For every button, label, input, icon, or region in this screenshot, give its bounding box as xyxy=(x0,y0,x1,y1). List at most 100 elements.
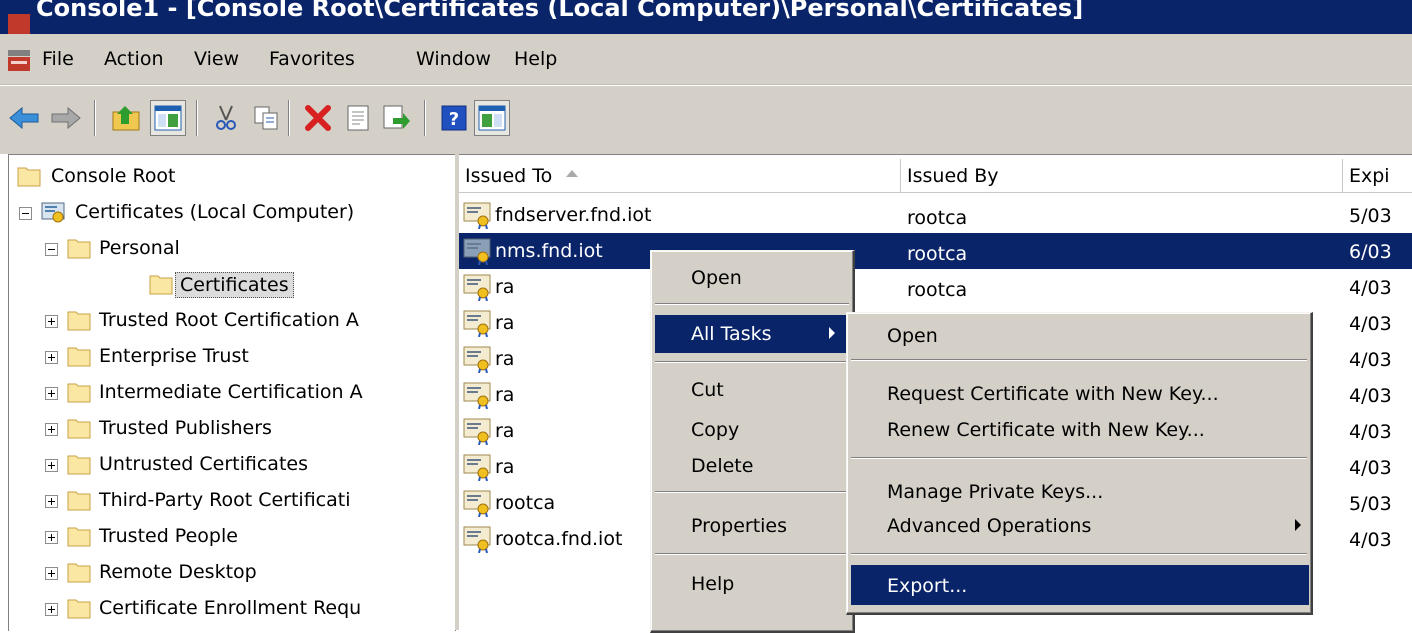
collapse-toggle[interactable] xyxy=(45,243,58,256)
cell-expiration: 4/03 xyxy=(1349,421,1392,443)
column-header-issued-by[interactable]: Issued By xyxy=(901,159,1343,193)
tree-label: Trusted People xyxy=(99,525,238,547)
tree-node-personal[interactable]: Personal xyxy=(9,231,455,267)
up-folder-icon[interactable] xyxy=(108,100,144,136)
menu-help[interactable]: Help xyxy=(514,48,557,70)
menu-item-copy[interactable]: Copy xyxy=(655,411,849,447)
submenu-arrow-icon xyxy=(829,327,835,339)
tree-label-selected: Certificates xyxy=(175,272,294,298)
cell-issued-to: ra xyxy=(495,276,515,298)
folder-icon xyxy=(67,347,91,367)
tree-label: Trusted Root Certification A xyxy=(99,309,359,331)
expand-toggle[interactable] xyxy=(45,531,58,544)
copy-icon[interactable] xyxy=(248,100,284,136)
export-list-icon[interactable] xyxy=(378,100,414,136)
delete-icon[interactable] xyxy=(300,100,336,136)
forward-arrow-icon[interactable] xyxy=(48,100,84,136)
properties-icon[interactable] xyxy=(340,100,376,136)
menu-separator xyxy=(655,361,849,363)
submenu-item-manage-private-keys[interactable]: Manage Private Keys... xyxy=(851,473,1307,509)
menu-item-properties[interactable]: Properties xyxy=(655,507,849,543)
folder-icon xyxy=(17,167,41,187)
tree-node-store[interactable]: Trusted Root Certification A xyxy=(9,303,455,339)
menu-window[interactable]: Window xyxy=(416,48,491,70)
tree-node-store[interactable]: Enterprise Trust xyxy=(9,339,455,375)
certificate-row-selected[interactable]: nms.fnd.iot rootca 6/03 xyxy=(459,233,1412,269)
mmc-app-icon xyxy=(8,14,30,34)
expand-toggle[interactable] xyxy=(45,567,58,580)
cell-expiration: 5/03 xyxy=(1349,493,1392,515)
folder-icon xyxy=(149,275,173,295)
menu-separator xyxy=(655,553,849,555)
tree-node-certificates-local-computer[interactable]: Certificates (Local Computer) xyxy=(9,195,455,231)
tree-node-store[interactable]: Intermediate Certification A xyxy=(9,375,455,411)
toolbar-separator xyxy=(196,100,198,136)
cell-issued-to: rootca.fnd.iot xyxy=(495,528,623,550)
folder-icon xyxy=(67,239,91,259)
help-icon[interactable]: ? xyxy=(436,100,472,136)
tree-label: Personal xyxy=(99,237,180,259)
certificate-row[interactable]: ra rootca 4/03 xyxy=(459,269,1412,305)
folder-icon xyxy=(67,491,91,511)
menu-separator xyxy=(851,457,1307,459)
cell-expiration: 4/03 xyxy=(1349,529,1392,551)
expand-toggle[interactable] xyxy=(45,387,58,400)
cell-issued-by: rootca xyxy=(907,243,968,265)
menu-favorites[interactable]: Favorites xyxy=(269,48,355,70)
menu-separator xyxy=(655,491,849,493)
toolbar: ? xyxy=(0,85,1412,151)
menu-item-help[interactable]: Help xyxy=(655,565,849,601)
menu-file[interactable]: File xyxy=(42,48,74,70)
submenu-item-renew-new-key[interactable]: Renew Certificate with New Key... xyxy=(851,411,1307,447)
cell-expiration: 4/03 xyxy=(1349,385,1392,407)
cut-icon[interactable] xyxy=(208,100,244,136)
context-menu: Open All Tasks Cut Copy Delete Propertie… xyxy=(650,250,855,633)
tree-node-store[interactable]: Remote Desktop xyxy=(9,555,455,591)
tree-label: Console Root xyxy=(51,165,176,187)
tree-label: Untrusted Certificates xyxy=(99,453,308,475)
tree-label: Remote Desktop xyxy=(99,561,257,583)
expand-toggle[interactable] xyxy=(45,495,58,508)
tree-node-store[interactable]: Certificate Enrollment Requ xyxy=(9,591,455,627)
menu-view[interactable]: View xyxy=(194,48,239,70)
sort-ascending-icon xyxy=(566,170,579,177)
expand-toggle[interactable] xyxy=(45,459,58,472)
submenu-item-advanced-operations[interactable]: Advanced Operations xyxy=(851,507,1307,543)
menu-item-all-tasks[interactable]: All Tasks xyxy=(655,315,849,353)
column-header-issued-to[interactable]: Issued To xyxy=(459,159,901,193)
menu-action[interactable]: Action xyxy=(104,48,164,70)
menu-item-delete[interactable]: Delete xyxy=(655,447,849,483)
submenu-item-open[interactable]: Open xyxy=(851,317,1307,353)
expand-toggle[interactable] xyxy=(45,603,58,616)
cell-expiration: 5/03 xyxy=(1349,205,1392,227)
tree-node-store[interactable]: Third-Party Root Certificati xyxy=(9,483,455,519)
expand-toggle[interactable] xyxy=(45,315,58,328)
tree-node-store[interactable]: Untrusted Certificates xyxy=(9,447,455,483)
expand-toggle[interactable] xyxy=(45,351,58,364)
collapse-toggle[interactable] xyxy=(19,207,32,220)
back-arrow-icon[interactable] xyxy=(6,100,42,136)
mmc-console-icon[interactable] xyxy=(8,50,34,72)
tree-node-personal-certificates[interactable]: Certificates xyxy=(9,267,455,303)
column-header-expiration[interactable]: Expi xyxy=(1343,159,1412,193)
cell-issued-to: ra xyxy=(495,384,515,406)
cell-issued-to: fndserver.fnd.iot xyxy=(495,204,652,226)
tree-node-console-root[interactable]: Console Root xyxy=(9,159,455,195)
show-hide-action-pane-icon[interactable] xyxy=(474,100,510,136)
submenu-item-request-new-key[interactable]: Request Certificate with New Key... xyxy=(851,375,1307,411)
certificate-icon xyxy=(463,238,491,265)
menu-item-cut[interactable]: Cut xyxy=(655,371,849,407)
certificate-row[interactable]: fndserver.fnd.iot rootca 5/03 xyxy=(459,197,1412,233)
tree-node-store[interactable]: Trusted Publishers xyxy=(9,411,455,447)
folder-icon xyxy=(67,383,91,403)
submenu-item-export[interactable]: Export... xyxy=(851,565,1309,605)
menu-item-open[interactable]: Open xyxy=(655,257,849,299)
folder-icon xyxy=(67,455,91,475)
menu-separator xyxy=(655,303,849,305)
show-hide-tree-icon[interactable] xyxy=(150,100,186,136)
tree-node-store[interactable]: Trusted People xyxy=(9,519,455,555)
toolbar-separator xyxy=(94,100,96,136)
expand-toggle[interactable] xyxy=(45,423,58,436)
svg-text:?: ? xyxy=(449,109,459,130)
folder-icon xyxy=(67,311,91,331)
